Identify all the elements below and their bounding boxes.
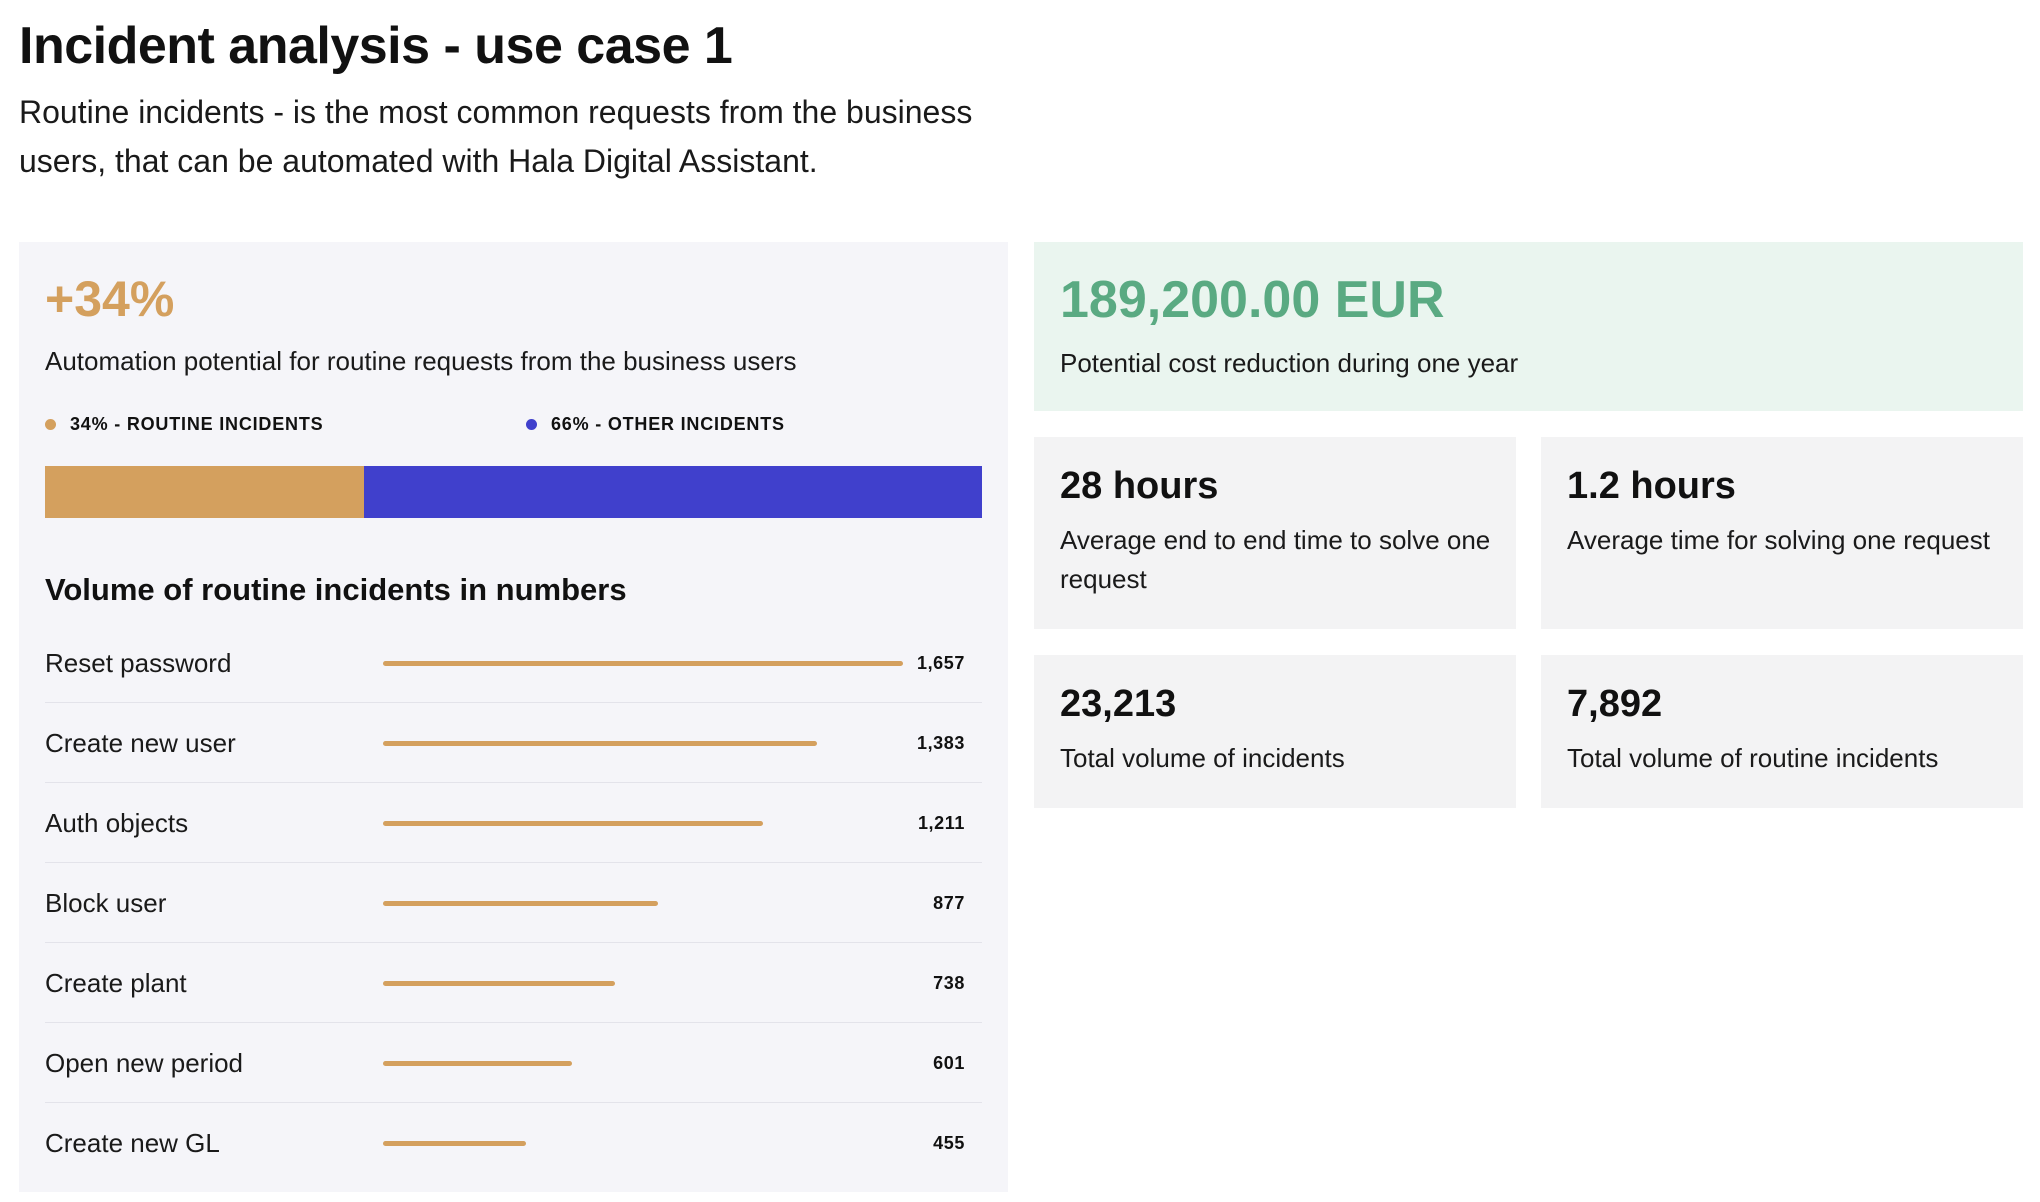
split-segment-other [363, 466, 982, 518]
automation-description: Automation potential for routine request… [45, 346, 797, 376]
volume-bar-track [383, 901, 903, 906]
stat-description: Average end to end time to solve one req… [1060, 525, 1491, 594]
volume-row: Create plant 738 [45, 943, 982, 1023]
volume-bar-track [383, 1141, 903, 1146]
volume-list: Reset password 1,657 Create new user 1,383 A… [45, 623, 982, 1183]
volume-bar [383, 741, 817, 746]
cost-card: 189,200.00 EUR Potential cost reduction … [1034, 242, 2023, 411]
stat-value: 1.2 hours [1567, 465, 1736, 507]
volume-bar [383, 661, 903, 666]
stat-value: 7,892 [1567, 683, 1663, 725]
other-dot-icon [526, 419, 537, 430]
volume-row: Create new user 1,383 [45, 703, 982, 783]
volume-bar [383, 901, 659, 906]
volume-row-label: Create new GL [45, 1128, 220, 1158]
volume-row-label: Auth objects [45, 808, 189, 838]
volume-bar [383, 1061, 572, 1066]
stat-card-e2e-time: 28 hours Average end to end time to solv… [1034, 437, 1516, 629]
cost-value: 189,200.00 EUR [1060, 271, 1445, 329]
volume-row: Auth objects 1,211 [45, 783, 982, 863]
volume-row-value: 738 [933, 973, 965, 993]
volume-bar-track [383, 821, 903, 826]
stat-card-routine-incidents: 7,892 Total volume of routine incidents [1541, 655, 2023, 808]
stat-description: Total volume of incidents [1060, 743, 1345, 773]
volume-row-value: 1,383 [916, 733, 965, 753]
volume-row-value: 601 [933, 1053, 965, 1073]
volume-bar-track [383, 661, 903, 666]
legend-routine: 34% - ROUTINE INCIDENTS [45, 414, 323, 435]
volume-row: Reset password 1,657 [45, 623, 982, 703]
stat-value: 28 hours [1060, 465, 1219, 507]
volume-row-label: Block user [45, 888, 167, 918]
volume-row: Create new GL 455 [45, 1103, 982, 1183]
stat-card-solve-time: 1.2 hours Average time for solving one r… [1541, 437, 2023, 629]
volume-row-label: Open new period [45, 1048, 244, 1078]
legend-other-label: 66% - OTHER INCIDENTS [551, 414, 785, 434]
stat-description: Average time for solving one request [1567, 525, 1990, 555]
automation-percentage: +34% [45, 271, 175, 327]
volume-row-value: 877 [933, 893, 965, 913]
volume-bar-track [383, 741, 903, 746]
volume-row-value: 455 [933, 1133, 965, 1153]
stat-card-total-incidents: 23,213 Total volume of incidents [1034, 655, 1516, 808]
volume-row: Block user 877 [45, 863, 982, 943]
volume-row-value: 1,211 [917, 813, 965, 833]
volume-row-value: 1,657 [916, 653, 965, 673]
stat-description: Total volume of routine incidents [1567, 743, 1939, 773]
split-segment-routine [45, 466, 364, 518]
volume-row-label: Create new user [45, 728, 236, 758]
incident-split-bar [45, 466, 982, 518]
volume-bar-track [383, 1061, 903, 1066]
volume-bar [383, 821, 764, 826]
page-title: Incident analysis - use case 1 [19, 17, 733, 75]
automation-card: +34% Automation potential for routine re… [19, 242, 1008, 1192]
volume-bar [383, 981, 615, 986]
volume-row: Open new period 601 [45, 1023, 982, 1103]
volume-row-label: Create plant [45, 968, 187, 998]
cost-description: Potential cost reduction during one year [1060, 348, 1519, 378]
volume-row-label: Reset password [45, 648, 232, 678]
page-subtitle: Routine incidents - is the most common r… [19, 94, 973, 179]
volume-title: Volume of routine incidents in numbers [45, 572, 627, 607]
volume-bar-track [383, 981, 903, 986]
volume-bar [383, 1141, 526, 1146]
routine-dot-icon [45, 419, 56, 430]
legend-routine-label: 34% - ROUTINE INCIDENTS [70, 414, 324, 434]
legend-other: 66% - OTHER INCIDENTS [526, 414, 785, 435]
stat-value: 23,213 [1060, 683, 1177, 725]
